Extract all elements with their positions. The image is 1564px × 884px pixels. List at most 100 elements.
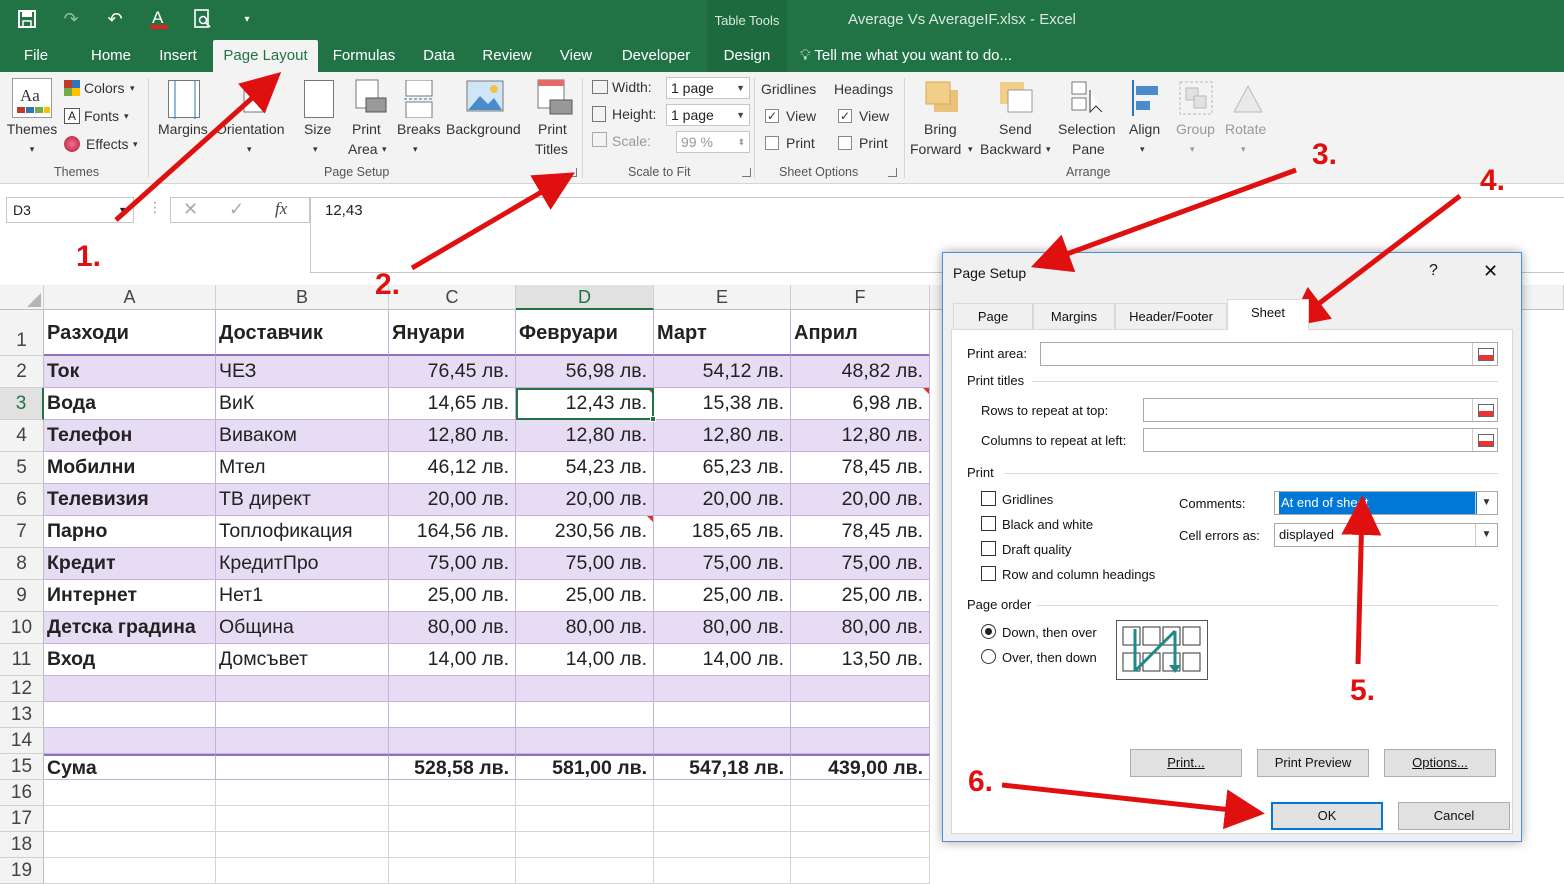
row-header-5[interactable]: 5 [0,452,44,484]
cell-b2[interactable]: ЧЕЗ [216,356,389,388]
cell-e15[interactable]: 547,18 лв. [654,754,791,780]
column-header-d[interactable]: D [516,285,654,310]
cell-b4[interactable]: Виваком [216,420,389,452]
cols-repeat-input[interactable] [1143,428,1498,452]
cell-d6[interactable]: 20,00 лв. [516,484,654,516]
tab-page[interactable]: Page [953,303,1033,329]
range-select-icon[interactable] [1472,399,1497,421]
cell-a4[interactable]: Телефон [44,420,216,452]
print-preview-icon[interactable] [190,6,216,32]
gridlines-checkbox[interactable] [981,491,996,506]
cell-f19[interactable] [791,858,930,884]
cell-a18[interactable] [44,832,216,858]
cell-f18[interactable] [791,832,930,858]
orientation-button[interactable]: Orientation [216,120,284,139]
row-header-15[interactable]: 15 [0,754,44,780]
row-header-10[interactable]: 10 [0,612,44,644]
cell-f17[interactable] [791,806,930,832]
cell-e11[interactable]: 14,00 лв. [654,644,791,676]
cell-e13[interactable] [654,702,791,728]
down-then-over-radio[interactable] [981,624,996,639]
cell-d12[interactable] [516,676,654,702]
select-all-corner[interactable] [0,285,44,310]
row-header-11[interactable]: 11 [0,644,44,676]
cell-c4[interactable]: 12,80 лв. [389,420,516,452]
cell-a2[interactable]: Ток [44,356,216,388]
cell-d16[interactable] [516,780,654,806]
tab-design[interactable]: Design [707,40,787,72]
close-button[interactable]: ✕ [1483,261,1498,282]
headings-view-checkbox[interactable]: ✓ [838,109,852,123]
margins-button[interactable]: Margins [158,120,208,139]
cell-f9[interactable]: 25,00 лв. [791,580,930,612]
name-box[interactable]: D3 ▼ [6,197,134,223]
cell-f5[interactable]: 78,45 лв. [791,452,930,484]
row-header-12[interactable]: 12 [0,676,44,702]
page-setup-launcher-icon[interactable] [568,168,577,177]
cell-f16[interactable] [791,780,930,806]
tell-me-search[interactable]: 💡︎ Tell me what you want to do... [800,40,1040,72]
cell-e14[interactable] [654,728,791,754]
customize-qat-icon[interactable]: ▾ [234,6,260,32]
tab-view[interactable]: View [550,40,602,72]
cell-c3[interactable]: 14,65 лв. [389,388,516,420]
cell-d2[interactable]: 56,98 лв. [516,356,654,388]
print-area-input[interactable] [1040,342,1498,366]
cell-d9[interactable]: 25,00 лв. [516,580,654,612]
cell-f8[interactable]: 75,00 лв. [791,548,930,580]
cell-c15[interactable]: 528,58 лв. [389,754,516,780]
cell-a6[interactable]: Телевизия [44,484,216,516]
cell-b11[interactable]: Домсъвет [216,644,389,676]
gridlines-print-checkbox[interactable] [765,136,779,150]
print-titles-label-1[interactable]: Print [538,120,567,139]
row-header-14[interactable]: 14 [0,728,44,754]
cell-a11[interactable]: Вход [44,644,216,676]
tab-review[interactable]: Review [475,40,539,72]
fill-handle[interactable] [650,416,656,422]
height-select[interactable]: 1 page ▼ [666,104,750,126]
cell-a5[interactable]: Мобилни [44,452,216,484]
print-preview-button[interactable]: Print Preview [1257,749,1369,777]
cell-e6[interactable]: 20,00 лв. [654,484,791,516]
rotate-button[interactable]: Rotate [1225,120,1266,139]
cell-d4[interactable]: 12,80 лв. [516,420,654,452]
cell-f2[interactable]: 48,82 лв. [791,356,930,388]
cell-d18[interactable] [516,832,654,858]
cell-c11[interactable]: 14,00 лв. [389,644,516,676]
draft-quality-checkbox[interactable] [981,541,996,556]
row-header-18[interactable]: 18 [0,832,44,858]
cell-a14[interactable] [44,728,216,754]
cell-a9[interactable]: Интернет [44,580,216,612]
row-header-1[interactable]: 1 [0,310,44,356]
align-button[interactable]: Align [1129,120,1160,139]
column-header-c[interactable]: C [389,285,516,310]
cell-c14[interactable] [389,728,516,754]
cell-f15[interactable]: 439,00 лв. [791,754,930,780]
cell-b18[interactable] [216,832,389,858]
cell-a15[interactable]: Сума [44,754,216,780]
print-area-label-1[interactable]: Print [352,120,381,139]
print-titles-label-2[interactable]: Titles [535,140,568,159]
tab-page-layout[interactable]: Page Layout [213,40,318,72]
cell-a13[interactable] [44,702,216,728]
ok-button[interactable]: OK [1271,802,1383,830]
redo-icon[interactable]: ↷ [58,6,84,32]
cell-b17[interactable] [216,806,389,832]
undo-icon[interactable]: ↶ [102,6,128,32]
cell-c1[interactable]: Януари [389,310,516,356]
cell-b16[interactable] [216,780,389,806]
cell-a10[interactable]: Детска градина [44,612,216,644]
cell-c6[interactable]: 20,00 лв. [389,484,516,516]
cell-b10[interactable]: Община [216,612,389,644]
cell-c5[interactable]: 46,12 лв. [389,452,516,484]
cell-b1[interactable]: Доставчик [216,310,389,356]
row-header-8[interactable]: 8 [0,548,44,580]
headings-print-checkbox[interactable] [838,136,852,150]
row-header-17[interactable]: 17 [0,806,44,832]
cell-e10[interactable]: 80,00 лв. [654,612,791,644]
cell-e3[interactable]: 15,38 лв. [654,388,791,420]
over-then-down-radio[interactable] [981,649,996,664]
cell-c12[interactable] [389,676,516,702]
options-button[interactable]: Options... [1384,749,1496,777]
cell-b14[interactable] [216,728,389,754]
